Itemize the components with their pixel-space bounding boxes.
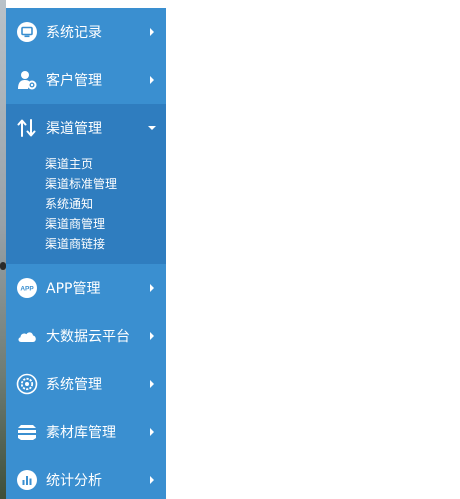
submenu-item-channel-home[interactable]: 渠道主页 [6,154,166,174]
sidebar-item-label: 系统记录 [46,25,102,41]
chevron-right-icon [144,472,160,488]
chevron-right-icon [144,376,160,392]
sidebar-item-big-data-cloud[interactable]: 大数据云平台 [6,312,166,360]
sidebar-item-label: 客户管理 [46,73,102,89]
sidebar: 系统记录 客户管理 渠道管理 渠道主页 渠道标准管理 系统通知 渠道商管理 渠道… [6,8,166,499]
chevron-right-icon [144,424,160,440]
monitor-icon [16,21,38,43]
gear-icon [16,373,38,395]
sidebar-item-customer-management[interactable]: 客户管理 [6,56,166,104]
user-gear-icon [16,69,38,91]
sidebar-item-channel-management[interactable]: 渠道管理 [6,104,166,152]
sidebar-item-label: 渠道管理 [46,121,102,137]
chevron-right-icon [144,328,160,344]
submenu-item-channel-standard[interactable]: 渠道标准管理 [6,174,166,194]
submenu-item-system-notice[interactable]: 系统通知 [6,194,166,214]
sidebar-item-material-library[interactable]: 素材库管理 [6,408,166,456]
sidebar-item-label: APP管理 [46,281,101,297]
chevron-down-icon [144,120,160,136]
submenu-item-channel-vendor[interactable]: 渠道商管理 [6,214,166,234]
cloud-icon [16,325,38,347]
sidebar-item-label: 系统管理 [46,377,102,393]
bar-chart-icon [16,469,38,491]
transfer-arrows-icon [16,117,38,139]
sidebar-item-system-management[interactable]: 系统管理 [6,360,166,408]
submenu-item-channel-vendor-link[interactable]: 渠道商链接 [6,234,166,254]
layers-icon [16,421,38,443]
sidebar-item-label: 统计分析 [46,473,102,489]
submenu-channel-management: 渠道主页 渠道标准管理 系统通知 渠道商管理 渠道商链接 [6,152,166,264]
chevron-right-icon [144,280,160,296]
chevron-right-icon [144,24,160,40]
sidebar-item-label: 大数据云平台 [46,329,130,345]
app-icon: APP [16,277,38,299]
chevron-right-icon [144,72,160,88]
sidebar-item-statistics[interactable]: 统计分析 [6,456,166,499]
sidebar-item-system-records[interactable]: 系统记录 [6,8,166,56]
svg-text:APP: APP [20,286,34,293]
sidebar-item-app-management[interactable]: APP APP管理 [6,264,166,312]
sidebar-item-label: 素材库管理 [46,425,116,441]
